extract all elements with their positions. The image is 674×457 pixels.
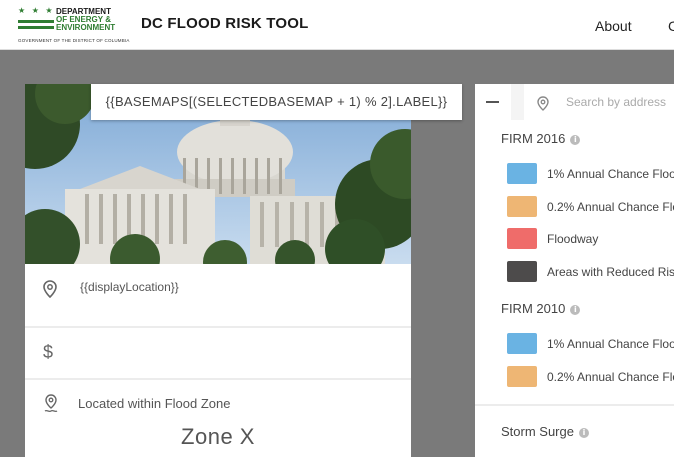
- cost-row: $: [25, 328, 411, 378]
- collapse-legend-button[interactable]: [475, 84, 511, 120]
- info-icon[interactable]: i: [578, 428, 589, 438]
- toolbar-gap: [511, 84, 524, 120]
- location-marker-icon: [43, 394, 59, 419]
- property-info-card: {{displayLocation}} $ Located within Flo…: [25, 84, 411, 457]
- dollar-icon: $: [43, 342, 54, 362]
- dc-flag-bar-bottom: [18, 26, 54, 29]
- app-title: DC FLOOD RISK TOOL: [141, 15, 309, 32]
- flood-zone-label: Located within Flood Zone: [78, 396, 231, 411]
- logo-line-3: ENVIRONMENT: [56, 23, 116, 32]
- legend-swatch: [507, 163, 537, 184]
- divider: [475, 404, 674, 406]
- dc-flag-bar-top: [18, 20, 54, 23]
- legend-section-title-firm-2010: FIRM 2010 i: [501, 301, 581, 316]
- flood-zone-value: Zone X: [181, 424, 255, 449]
- section-title-text: FIRM 2016: [501, 131, 566, 146]
- legend-item-label: Areas with Reduced Risk: [547, 265, 674, 279]
- logo-subtitle: GOVERNMENT OF THE DISTRICT OF COLUMBIA: [18, 38, 130, 43]
- legend-swatch: [507, 228, 537, 249]
- search-pin-icon: [537, 96, 549, 116]
- address-search: [524, 84, 674, 120]
- legend-swatch: [507, 261, 537, 282]
- nav-next-link[interactable]: C: [668, 18, 674, 34]
- map-pin-icon: [43, 280, 57, 303]
- section-title-text: Storm Surge: [501, 424, 574, 439]
- legend-item: 0.2% Annual Chance Flood: [507, 196, 674, 218]
- legend-item: 1% Annual Chance Flood: [507, 163, 674, 185]
- section-title-text: FIRM 2010: [501, 301, 566, 316]
- legend-item-label: Floodway: [547, 232, 599, 246]
- legend-swatch: [507, 333, 537, 354]
- info-icon[interactable]: i: [570, 305, 581, 315]
- search-input[interactable]: [566, 92, 674, 112]
- legend-item: 0.2% Annual Chance Flood: [507, 366, 674, 388]
- location-row: {{displayLocation}}: [25, 264, 411, 326]
- legend-item-label: 1% Annual Chance Flood: [547, 167, 674, 181]
- minus-icon: [486, 101, 499, 103]
- legend-swatch: [507, 196, 537, 217]
- nav-about-link[interactable]: About: [595, 18, 632, 34]
- flood-zone-row: Located within Flood Zone Zone X: [25, 380, 411, 457]
- dc-flag-stars-icon: ★ ★ ★: [18, 6, 55, 15]
- basemap-toggle-button[interactable]: {{BASEMAPS[(SELECTEDBASEMAP + 1) % 2].LA…: [91, 84, 462, 120]
- doee-logo[interactable]: ★ ★ ★ DEPARTMENT OF ENERGY & ENVIRONMENT…: [16, 6, 129, 46]
- display-location: {{displayLocation}}: [80, 280, 179, 294]
- legend-item-label: 0.2% Annual Chance Flood: [547, 370, 674, 384]
- legend-section-title-storm-surge: Storm Surge i: [501, 424, 589, 439]
- info-icon[interactable]: i: [570, 135, 581, 145]
- legend-item-label: 0.2% Annual Chance Flood: [547, 200, 674, 214]
- legend-item: Areas with Reduced Risk: [507, 261, 674, 283]
- legend-item: Floodway: [507, 228, 674, 250]
- legend-section-title-firm-2016: FIRM 2016 i: [501, 131, 581, 146]
- header: ★ ★ ★ DEPARTMENT OF ENERGY & ENVIRONMENT…: [0, 0, 674, 50]
- legend-swatch: [507, 366, 537, 387]
- legend-item: 1% Annual Chance Flood: [507, 333, 674, 355]
- legend-item-label: 1% Annual Chance Flood: [547, 337, 674, 351]
